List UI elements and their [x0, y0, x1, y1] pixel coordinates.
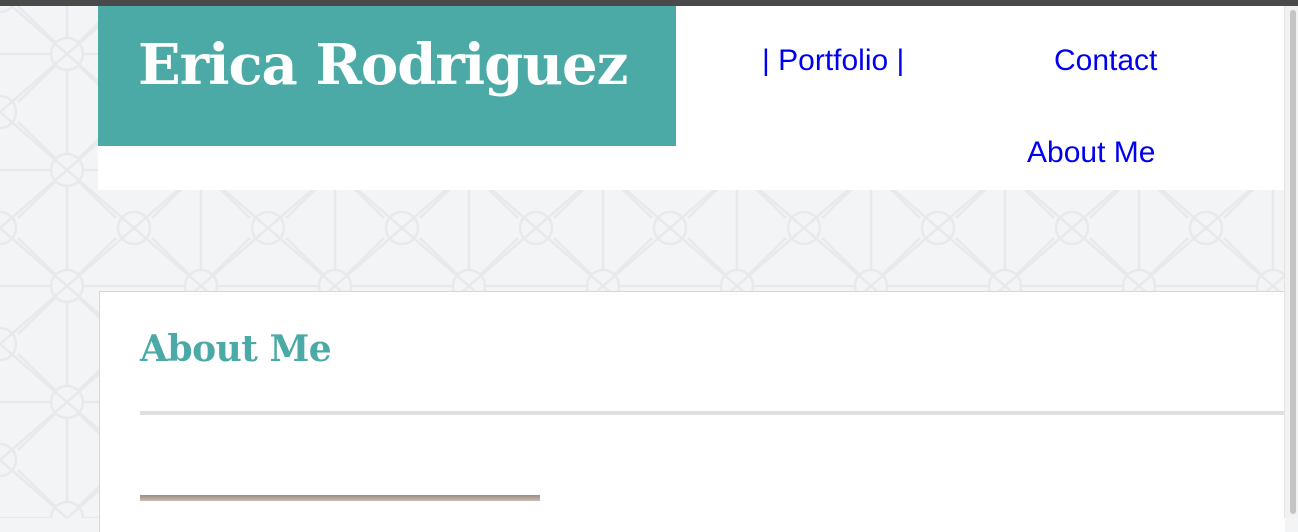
nav-link-contact[interactable]: Contact — [1054, 44, 1157, 78]
scrollbar-thumb[interactable] — [1290, 10, 1296, 514]
nav-link-portfolio[interactable]: | Portfolio | — [762, 44, 904, 78]
profile-photo — [140, 495, 540, 501]
section-divider — [140, 411, 1285, 415]
section-title: About Me — [140, 328, 332, 370]
site-header: Erica Rodriguez | Portfolio | Contact Ab… — [98, 6, 1284, 190]
page-scrollbar[interactable] — [1284, 6, 1298, 518]
nav-link-about[interactable]: About Me — [1027, 136, 1155, 170]
site-logo-block[interactable]: Erica Rodriguez — [98, 6, 676, 146]
site-name[interactable]: Erica Rodriguez — [138, 32, 628, 98]
about-section: About Me — [99, 291, 1285, 532]
